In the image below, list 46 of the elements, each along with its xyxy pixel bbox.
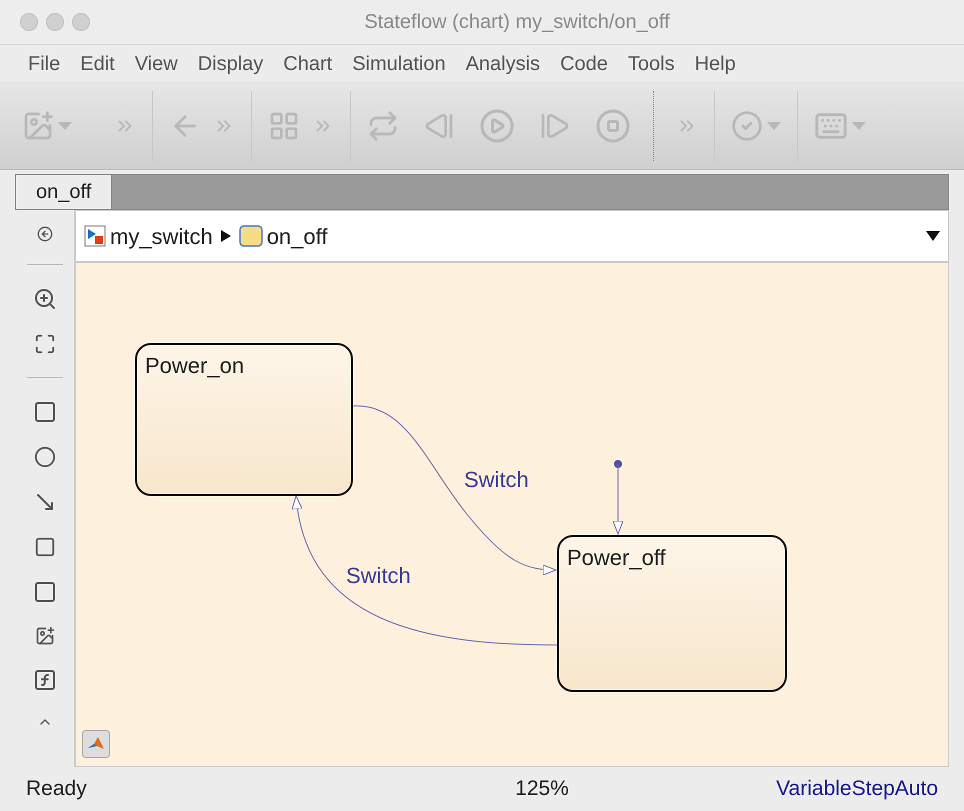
triangle-right-icon <box>220 230 231 242</box>
zoom-level: 125% <box>514 776 570 802</box>
chart-tab[interactable]: on_off <box>16 175 112 209</box>
menu-item[interactable]: Simulation <box>352 48 446 78</box>
model-icon <box>84 225 106 247</box>
menu-item[interactable]: Help <box>694 48 736 78</box>
menu-item[interactable]: Code <box>560 48 608 78</box>
state-box[interactable]: Power_off <box>557 535 787 692</box>
loop-icon <box>367 110 399 142</box>
menu-item[interactable]: Analysis <box>466 48 540 78</box>
dropdown-icon[interactable] <box>926 231 940 241</box>
menu-item[interactable]: Edit <box>80 48 115 78</box>
caret-icon <box>58 122 72 130</box>
check-icon <box>731 110 763 142</box>
menu-item[interactable]: Chart <box>283 48 332 78</box>
image-add-icon <box>22 110 54 142</box>
window-title: Stateflow (chart) my_switch/on_off <box>364 10 670 35</box>
breadcrumb-link[interactable]: on_off <box>266 220 328 252</box>
play-icon <box>479 108 515 144</box>
status-text: Ready <box>26 776 88 802</box>
caret-icon <box>767 122 781 130</box>
state-box[interactable]: Power_on <box>135 343 353 496</box>
transition-label: Switch <box>464 466 529 494</box>
menu-item[interactable]: View <box>134 48 178 78</box>
window-control[interactable] <box>72 13 90 31</box>
default-transition-arrow[interactable] <box>612 460 624 534</box>
chart-icon <box>238 225 263 247</box>
menu-item[interactable]: Tools <box>628 48 675 78</box>
menu-item[interactable]: Display <box>198 48 264 78</box>
window-control[interactable] <box>20 13 38 31</box>
menu-item[interactable]: File <box>28 48 60 78</box>
zoom-in-icon[interactable] <box>32 287 56 311</box>
solver-link[interactable]: VariableStepAuto <box>638 773 938 805</box>
box-tool-icon[interactable] <box>34 536 56 558</box>
state-tool-icon[interactable] <box>32 400 56 424</box>
stop-icon <box>595 108 631 144</box>
grid-icon <box>268 110 300 142</box>
breadcrumb-link[interactable]: my_switch <box>110 220 213 252</box>
fit-view-icon[interactable] <box>34 333 56 355</box>
back-icon[interactable] <box>36 226 52 242</box>
function-tool-icon[interactable] <box>32 668 56 692</box>
junction-tool-icon[interactable] <box>34 446 56 468</box>
window-control[interactable] <box>46 13 64 31</box>
transition-label: Switch <box>346 562 411 590</box>
caret-icon <box>852 122 866 130</box>
transition-arrow[interactable] <box>292 496 558 646</box>
